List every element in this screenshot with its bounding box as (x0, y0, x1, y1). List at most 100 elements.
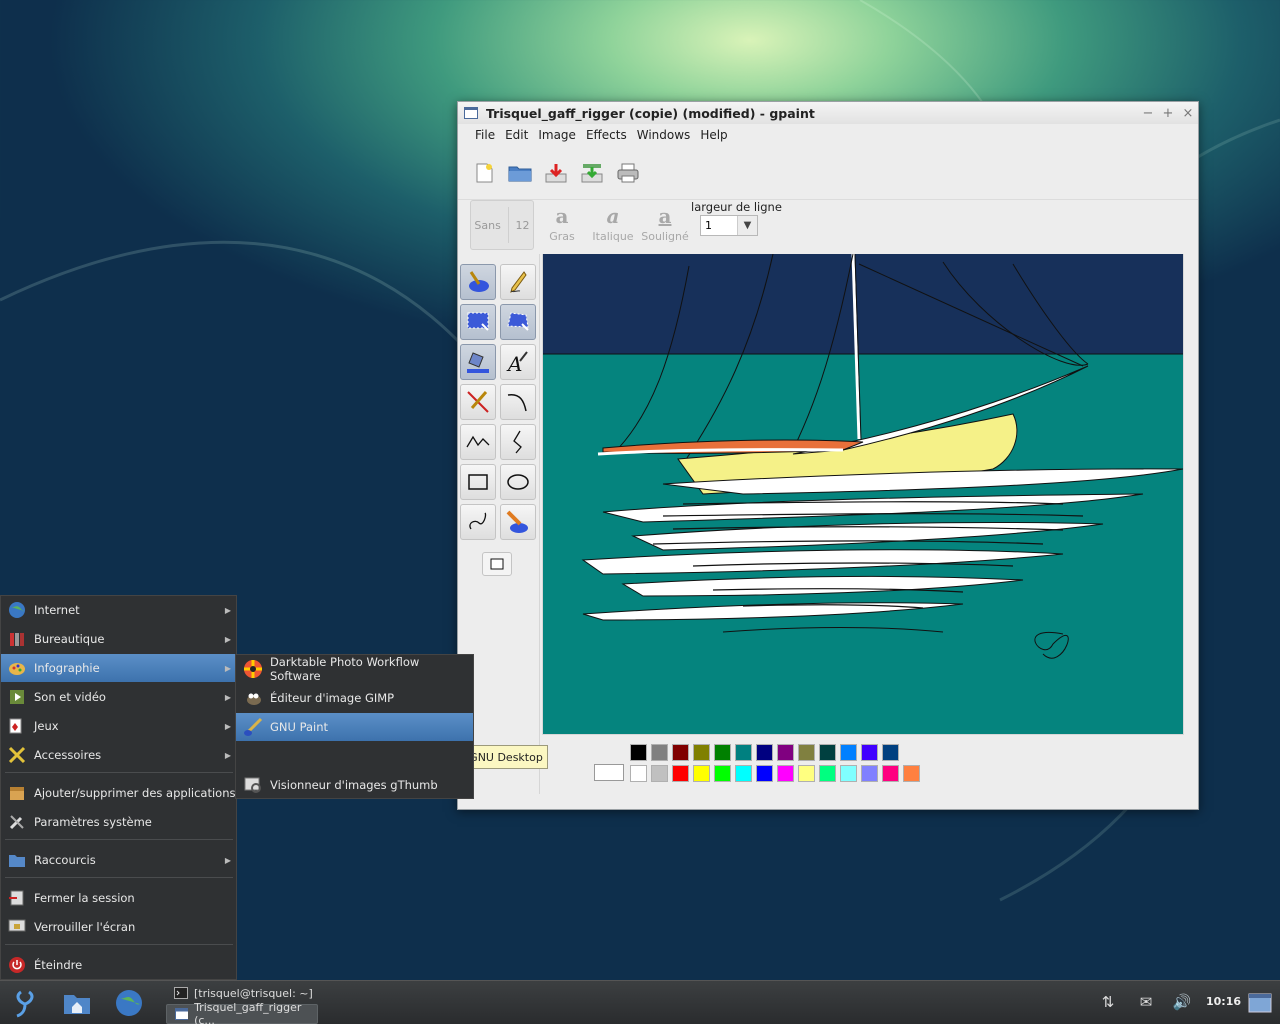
color-swatch[interactable] (714, 765, 731, 782)
multiline-tool[interactable] (460, 424, 496, 460)
fill-tool[interactable] (460, 344, 496, 380)
network-icon[interactable]: ⇅ (1097, 993, 1119, 1013)
color-swatch[interactable] (840, 765, 857, 782)
color-swatch[interactable] (672, 744, 689, 761)
color-swatch[interactable] (630, 744, 647, 761)
window-title: Trisquel_gaff_rigger (copie) (modified) … (486, 105, 815, 121)
menu-shortcuts[interactable]: Raccourcis ▶ (1, 846, 236, 874)
color-swatch[interactable] (651, 744, 668, 761)
shape-fill-toggle[interactable] (482, 552, 512, 576)
color-swatch[interactable] (672, 765, 689, 782)
applications-menu: Internet ▶ Bureautique ▶ Infographie ▶ Son … (0, 595, 237, 980)
color-swatch[interactable] (630, 765, 647, 782)
rect-select-tool[interactable] (460, 304, 496, 340)
color-swatch[interactable] (735, 765, 752, 782)
graphics-icon (7, 658, 27, 678)
menu-add-remove[interactable]: Ajouter/supprimer des applications (1, 779, 236, 807)
chevron-down-icon[interactable]: ▼ (737, 216, 757, 235)
color-swatch[interactable] (840, 744, 857, 761)
submenu-gimp[interactable]: Éditeur d'image GIMP (236, 684, 473, 712)
color-swatch[interactable] (882, 744, 899, 761)
menu-internet[interactable]: Internet ▶ (1, 596, 236, 624)
color-swatch[interactable] (819, 765, 836, 782)
paintbrush-tool[interactable] (460, 264, 496, 300)
submenu-gnu-paint[interactable]: GNU Paint (236, 713, 473, 741)
open-folder-icon[interactable] (506, 159, 534, 187)
menu-graphics[interactable]: Infographie ▶ (1, 654, 236, 682)
menu-games[interactable]: Jeux ▶ (1, 712, 236, 740)
current-colors[interactable] (594, 764, 624, 781)
menu-logout[interactable]: Fermer la session (1, 884, 236, 912)
show-desktop-icon[interactable] (1244, 987, 1276, 1019)
rectangle-tool[interactable] (460, 464, 496, 500)
font-selector[interactable]: Sans 12 (470, 200, 534, 250)
save-icon[interactable] (542, 159, 570, 187)
color-swatch[interactable] (882, 765, 899, 782)
clock[interactable]: 10:16 (1206, 995, 1241, 1008)
submenu-darktable[interactable]: Darktable Photo Workflow Software (236, 655, 473, 683)
maximize-button[interactable]: + (1158, 106, 1178, 121)
color-swatch[interactable] (777, 765, 794, 782)
new-file-icon[interactable] (470, 159, 498, 187)
color-swatch[interactable] (798, 765, 815, 782)
color-swatch[interactable] (861, 765, 878, 782)
color-swatch[interactable] (735, 744, 752, 761)
menu-label: Infographie (34, 661, 100, 675)
menu-multimedia[interactable]: Son et vidéo ▶ (1, 683, 236, 711)
italic-button[interactable]: a Italique (587, 204, 639, 243)
menu-help[interactable]: Help (695, 128, 732, 142)
color-swatch[interactable] (777, 744, 794, 761)
bezier-tool[interactable] (500, 424, 536, 460)
color-swatch[interactable] (756, 744, 773, 761)
task-terminal[interactable]: [trisquel@trisquel: ~] (166, 983, 313, 1003)
bold-button[interactable]: a Gras (536, 204, 588, 243)
ellipse-tool[interactable] (500, 464, 536, 500)
underline-button[interactable]: a Souligné (639, 204, 691, 243)
menu-settings[interactable]: Paramètres système (1, 808, 236, 836)
games-icon (7, 716, 27, 736)
minimize-button[interactable]: − (1138, 106, 1158, 121)
color-swatch[interactable] (756, 765, 773, 782)
menu-file[interactable]: File (470, 128, 500, 142)
color-swatch[interactable] (714, 744, 731, 761)
trisquel-menu-icon[interactable] (8, 987, 42, 1019)
home-folder-icon[interactable] (60, 987, 94, 1019)
titlebar[interactable]: Trisquel_gaff_rigger (copie) (modified) … (458, 102, 1198, 124)
color-swatch[interactable] (819, 744, 836, 761)
color-swatch[interactable] (861, 744, 878, 761)
line-tool[interactable] (460, 384, 496, 420)
save-as-icon[interactable] (578, 159, 606, 187)
text-tool[interactable]: A (500, 344, 536, 380)
color-swatch[interactable] (651, 765, 668, 782)
color-swatch[interactable] (798, 744, 815, 761)
mail-icon[interactable]: ✉ (1135, 993, 1157, 1013)
menu-office[interactable]: Bureautique ▶ (1, 625, 236, 653)
menu-windows[interactable]: Windows (632, 128, 696, 142)
eraser-tool[interactable] (500, 504, 536, 540)
menu-accessories[interactable]: Accessoires ▶ (1, 741, 236, 769)
print-icon[interactable] (614, 159, 642, 187)
taskbar: [trisquel@trisquel: ~] Trisquel_gaff_rig… (0, 980, 1280, 1024)
drawing-area[interactable] (542, 254, 1184, 735)
gpaint-window-icon (175, 1008, 189, 1020)
line-width-combo[interactable]: 1 ▼ (700, 215, 758, 236)
color-swatch[interactable] (903, 765, 920, 782)
freehand-shape-tool[interactable] (460, 504, 496, 540)
freehand-select-tool[interactable] (500, 304, 536, 340)
menu-lock[interactable]: Verrouiller l'écran (1, 913, 236, 941)
pencil-tool[interactable] (500, 264, 536, 300)
drawing-canvas[interactable] (543, 254, 1183, 734)
curve-tool[interactable] (500, 384, 536, 420)
menu-effects[interactable]: Effects (581, 128, 632, 142)
volume-icon[interactable]: 🔊 (1171, 993, 1193, 1013)
close-button[interactable]: × (1178, 106, 1198, 121)
color-swatch[interactable] (693, 765, 710, 782)
menubar: File Edit Image Effects Windows Help (458, 124, 1198, 146)
menu-image[interactable]: Image (533, 128, 581, 142)
task-gpaint[interactable]: Trisquel_gaff_rigger (c... (166, 1001, 318, 1024)
submenu-gthumb[interactable]: Visionneur d'images gThumb (236, 771, 473, 799)
menu-shutdown[interactable]: Éteindre (1, 951, 236, 979)
web-browser-icon[interactable] (112, 987, 146, 1019)
color-swatch[interactable] (693, 744, 710, 761)
menu-edit[interactable]: Edit (500, 128, 533, 142)
